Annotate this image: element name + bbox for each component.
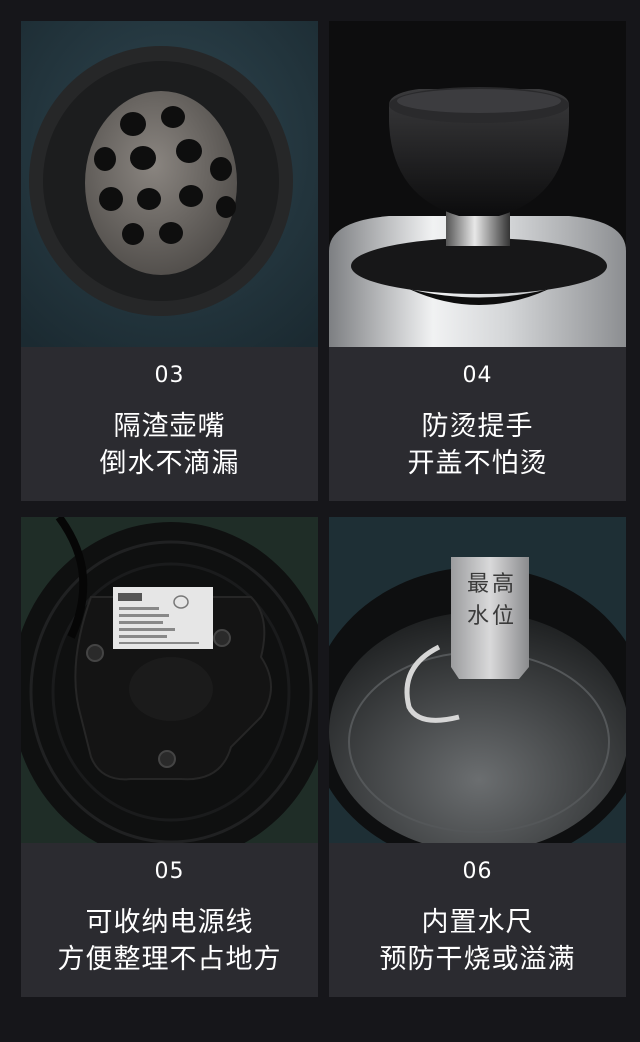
feature-title: 内置水尺	[421, 907, 534, 938]
feature-subtitle: 倒水不滴漏	[99, 448, 240, 479]
feature-number: 05	[154, 859, 185, 884]
feature-card-05: 05 可收纳电源线 方便整理不占地方	[21, 517, 318, 997]
feature-title: 可收纳电源线	[85, 907, 254, 938]
feature-card-06: 最 高 水 位 06 内置水尺 预防干烧或溢满	[329, 517, 626, 997]
feature-card-04: 04 防烫提手 开盖不怕烫	[329, 21, 626, 501]
spout-filter-photo	[21, 21, 318, 347]
feature-number: 03	[154, 363, 185, 388]
water-gauge-photo: 最 高 水 位	[329, 517, 626, 843]
feature-title: 隔渣壶嘴	[113, 411, 226, 442]
feature-number: 04	[462, 363, 493, 388]
cord-storage-illustration	[21, 517, 318, 843]
feature-subtitle: 开盖不怕烫	[407, 448, 548, 479]
spout-filter-illustration	[21, 21, 318, 347]
lid-handle-photo	[329, 21, 626, 347]
gauge-label-char-2: 高	[492, 572, 514, 597]
feature-subtitle: 方便整理不占地方	[57, 944, 282, 975]
cord-storage-photo	[21, 517, 318, 843]
water-gauge-illustration: 最 高 水 位	[329, 517, 626, 843]
gauge-label-char-3: 水	[467, 604, 489, 629]
feature-card-03: 03 隔渣壶嘴 倒水不滴漏	[21, 21, 318, 501]
feature-subtitle: 预防干烧或溢满	[379, 944, 576, 975]
gauge-label-char-4: 位	[492, 604, 514, 629]
feature-title: 防烫提手	[421, 411, 534, 442]
feature-number: 06	[462, 859, 493, 884]
gauge-label-char-1: 最	[467, 572, 489, 597]
lid-handle-illustration	[329, 21, 626, 347]
